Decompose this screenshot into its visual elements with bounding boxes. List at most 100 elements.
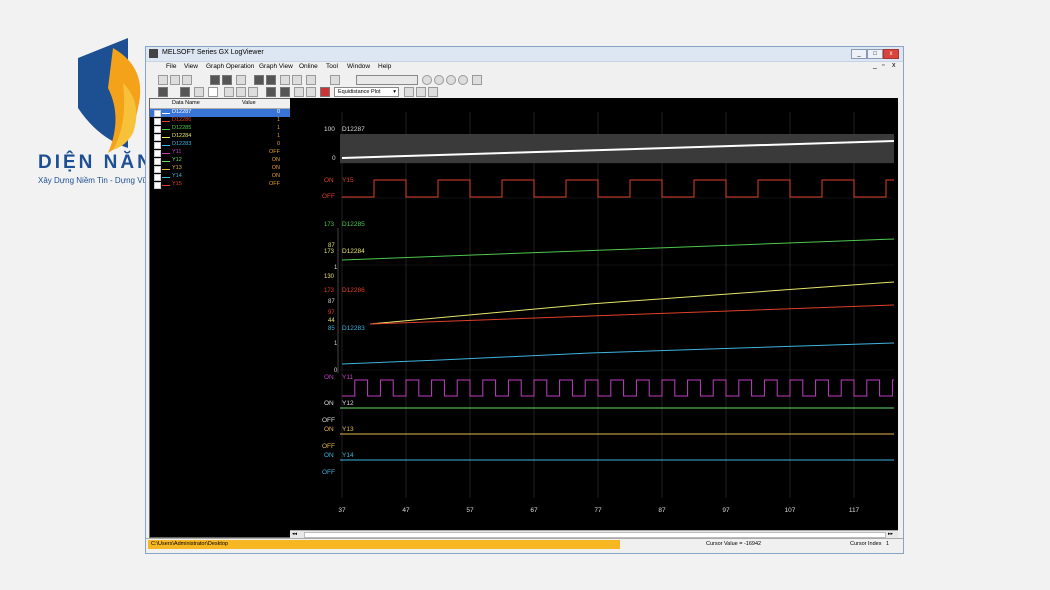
row-name: D12286 (172, 117, 192, 123)
horizontal-scrollbar[interactable]: ◂◂ ▸▸ (290, 530, 898, 538)
menu-help[interactable]: Help (378, 63, 391, 70)
y14-on-label: ON (324, 452, 334, 459)
x-tick-label: 117 (849, 507, 860, 514)
x-tick-label: 57 (466, 507, 474, 514)
plot-mode-select[interactable]: Equidistance Plot ▾ (334, 87, 399, 97)
row-name: Y12 (172, 157, 182, 163)
row-value: ON (271, 165, 280, 171)
color-swatch (162, 129, 170, 130)
list-row[interactable]: Y12 ON (150, 157, 290, 165)
x-tick-label: 67 (530, 507, 538, 514)
add-graph-icon[interactable] (180, 87, 190, 97)
step-back-icon[interactable] (330, 75, 340, 85)
list-row[interactable]: D12284 1 (150, 133, 290, 141)
step-icon[interactable] (306, 75, 316, 85)
single-view-icon[interactable] (208, 87, 218, 97)
graph-settings-icon[interactable] (158, 87, 168, 97)
monitor-icon[interactable] (210, 75, 220, 85)
row-checkbox[interactable] (154, 126, 161, 133)
chart-icon[interactable] (266, 87, 276, 97)
mdi-close-icon[interactable]: x (892, 62, 896, 69)
list-row[interactable]: Y15 OFF (150, 181, 290, 189)
color-swatch (162, 137, 170, 138)
mdi-minimize-icon[interactable]: _ (873, 62, 877, 69)
header-value[interactable]: Value (242, 100, 256, 106)
row-checkbox[interactable] (154, 142, 161, 149)
maximize-button[interactable]: □ (867, 49, 883, 59)
open-icon[interactable] (170, 75, 180, 85)
list-row[interactable]: Y13 ON (150, 165, 290, 173)
list-row[interactable]: D12285 1 (150, 125, 290, 133)
row-value: 0 (276, 109, 280, 115)
trend-icon[interactable] (236, 75, 246, 85)
split-horizontal-icon[interactable] (416, 87, 426, 97)
x-tick-label: 77 (594, 507, 602, 514)
row-checkbox[interactable] (154, 166, 161, 173)
row-checkbox[interactable] (154, 174, 161, 181)
row-checkbox[interactable] (154, 182, 161, 189)
record-icon[interactable] (320, 87, 330, 97)
close-button[interactable]: x (883, 49, 899, 59)
list-row[interactable]: D12283 0 (150, 141, 290, 149)
label-44: 44 (328, 318, 335, 324)
header-data-name[interactable]: Data Name (172, 100, 200, 106)
scroll-left-icon[interactable]: ◂◂ (292, 531, 297, 537)
scroll-right-icon[interactable]: ▸▸ (888, 531, 893, 537)
toolbar-graph: Equidistance Plot ▾ (150, 86, 900, 97)
list-row[interactable]: Y14 ON (150, 173, 290, 181)
list-header: Data Name Value (150, 99, 290, 109)
new-icon[interactable] (158, 75, 168, 85)
menu-tool[interactable]: Tool (326, 63, 338, 70)
toolbar-main (150, 74, 900, 85)
list-row[interactable]: D12287 0 (150, 109, 290, 117)
graph-b-icon[interactable] (266, 75, 276, 85)
list-icon[interactable] (472, 75, 482, 85)
menu-view[interactable]: View (184, 63, 198, 70)
arrow-down-icon[interactable] (292, 75, 302, 85)
row-value: 1 (276, 133, 280, 139)
split-vertical-icon[interactable] (404, 87, 414, 97)
menu-graph-operation[interactable]: Graph Operation (206, 63, 254, 70)
cursor-icon[interactable] (294, 87, 304, 97)
minimize-button[interactable]: _ (851, 49, 867, 59)
row-checkbox[interactable] (154, 110, 161, 117)
graph-area[interactable]: 100 0 D12287 ON Y15 OFF 173 D12285 87 17… (290, 98, 898, 530)
menu-graph-view[interactable]: Graph View (259, 63, 293, 70)
y12-name-label: Y12 (342, 400, 354, 407)
refresh-icon[interactable] (194, 87, 204, 97)
monitor-stop-icon[interactable] (222, 75, 232, 85)
print-icon[interactable] (182, 75, 192, 85)
label-87-b: 87 (328, 299, 335, 305)
menu-window[interactable]: Window (347, 63, 370, 70)
rewind-icon[interactable] (446, 75, 456, 85)
menu-online[interactable]: Online (299, 63, 318, 70)
ruler-icon[interactable] (306, 87, 316, 97)
forward-icon[interactable] (458, 75, 468, 85)
range-select[interactable] (356, 75, 418, 85)
cascade-icon[interactable] (428, 87, 438, 97)
arrow-up-icon[interactable] (280, 75, 290, 85)
y15-trace (342, 179, 894, 198)
label-0: 0 (334, 368, 338, 374)
mdi-restore-icon[interactable]: ▫ (882, 62, 884, 69)
zoom-in-icon[interactable] (434, 75, 444, 85)
d12287-top-label: 100 (324, 126, 335, 133)
list-row[interactable]: Y11 OFF (150, 149, 290, 157)
list-row[interactable]: D12286 1 (150, 117, 290, 125)
row-name: D12283 (172, 141, 192, 147)
window-title: MELSOFT Series GX LogViewer (162, 49, 264, 56)
d12287-bottom-label: 0 (332, 155, 336, 162)
menu-file[interactable]: File (166, 63, 176, 70)
graph-a-icon[interactable] (254, 75, 264, 85)
zoom-out-icon[interactable] (422, 75, 432, 85)
color-swatch (162, 169, 170, 170)
row-checkbox[interactable] (154, 158, 161, 165)
row-checkbox[interactable] (154, 134, 161, 141)
row-checkbox[interactable] (154, 150, 161, 157)
cells-icon[interactable] (248, 87, 258, 97)
table-icon[interactable] (236, 87, 246, 97)
row-checkbox[interactable] (154, 118, 161, 125)
scope-icon[interactable] (280, 87, 290, 97)
x-tick-label: 87 (658, 507, 666, 514)
grid-icon[interactable] (224, 87, 234, 97)
